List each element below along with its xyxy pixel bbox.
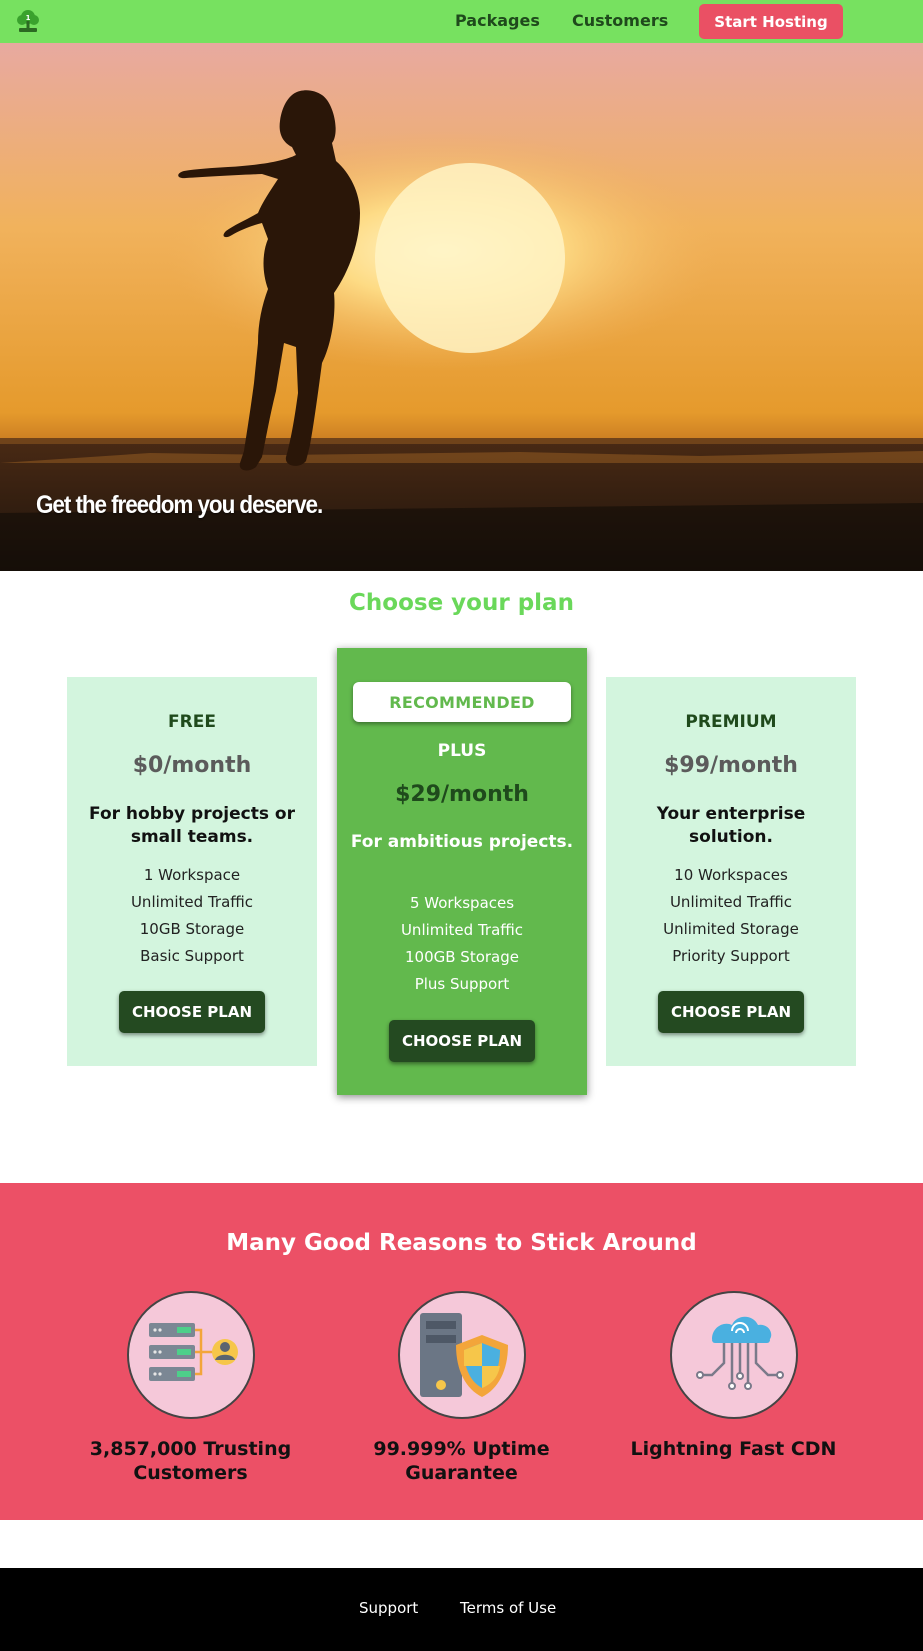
footer-link-support[interactable]: Support — [359, 1599, 418, 1617]
plan-name: FREE — [168, 712, 216, 732]
plan-card-free: FREE $0/month For hobby projects or smal… — [67, 677, 317, 1066]
choose-plan-plus-button[interactable]: CHOOSE PLAN — [389, 1020, 535, 1062]
plan-feature: 10 Workspaces — [674, 866, 788, 884]
plan-feature: Unlimited Storage — [663, 920, 799, 938]
plan-feature: Priority Support — [672, 947, 790, 965]
reason-label: 3,857,000 Trusting Customers — [89, 1438, 292, 1484]
choose-plan-premium-button[interactable]: CHOOSE PLAN — [658, 991, 804, 1033]
reason-label: Lightning Fast CDN — [630, 1438, 837, 1460]
start-hosting-button[interactable]: Start Hosting — [699, 4, 843, 39]
plan-features: 10 Workspaces Unlimited Traffic Unlimite… — [606, 862, 856, 970]
svg-text:1: 1 — [26, 14, 31, 22]
plan-feature: Unlimited Traffic — [400, 921, 524, 939]
plan-price: $29/month — [395, 782, 529, 807]
server-customer-icon — [126, 1291, 255, 1419]
plan-tagline: Your enterprise solution. — [656, 804, 806, 847]
reason-label: 99.999% Uptime Guarantee — [373, 1438, 550, 1484]
plan-feature: Plus Support — [414, 975, 510, 993]
server-shield-icon — [397, 1291, 526, 1419]
plans-section-title: Choose your plan — [349, 590, 574, 616]
reason-item: 3,857,000 Trusting Customers — [55, 1291, 326, 1485]
recommended-badge: RECOMMENDED — [353, 682, 571, 722]
plan-feature: 1 Workspace — [143, 866, 241, 884]
footer-link-terms[interactable]: Terms of Use — [460, 1599, 556, 1617]
nav-link-customers[interactable]: Customers — [572, 11, 668, 30]
plan-price: $0/month — [132, 753, 252, 778]
plan-feature: 5 Workspaces — [409, 894, 515, 912]
plan-feature: Unlimited Traffic — [130, 893, 254, 911]
plan-price: $99/month — [664, 753, 798, 778]
reasons-section-title: Many Good Reasons to Stick Around — [226, 1230, 697, 1256]
footer: Support Terms of Use — [0, 1568, 923, 1651]
top-navbar: 1 Packages Customers Start Hosting — [0, 0, 923, 43]
plan-feature: 10GB Storage — [139, 920, 245, 938]
nav-link-packages[interactable]: Packages — [455, 11, 540, 30]
plan-name: PLUS — [437, 741, 487, 761]
plan-card-premium: PREMIUM $99/month Your enterprise soluti… — [606, 677, 856, 1066]
plan-features: 1 Workspace Unlimited Traffic 10GB Stora… — [67, 862, 317, 970]
plan-feature: Unlimited Traffic — [669, 893, 793, 911]
hero-headline: Get the freedom you deserve. — [36, 491, 323, 519]
reasons-section: Many Good Reasons to Stick Around 3,857,… — [0, 1183, 923, 1520]
plan-card-plus: RECOMMENDED PLUS $29/month For ambitious… — [337, 648, 587, 1095]
choose-plan-free-button[interactable]: CHOOSE PLAN — [119, 991, 265, 1033]
plan-features: 5 Workspaces Unlimited Traffic 100GB Sto… — [337, 890, 587, 998]
hero-banner: Get the freedom you deserve. — [0, 43, 923, 571]
plan-feature: 100GB Storage — [404, 948, 519, 966]
reason-item: Lightning Fast CDN — [598, 1291, 869, 1461]
reason-item: 99.999% Uptime Guarantee — [326, 1291, 597, 1485]
plan-tagline: For ambitious projects. — [350, 832, 574, 852]
tree-logo-icon[interactable]: 1 — [14, 7, 42, 35]
cloud-network-icon — [669, 1291, 798, 1419]
plan-tagline: For hobby projects or small teams. — [89, 804, 295, 847]
plan-feature: Basic Support — [140, 947, 244, 965]
plan-name: PREMIUM — [685, 712, 777, 732]
